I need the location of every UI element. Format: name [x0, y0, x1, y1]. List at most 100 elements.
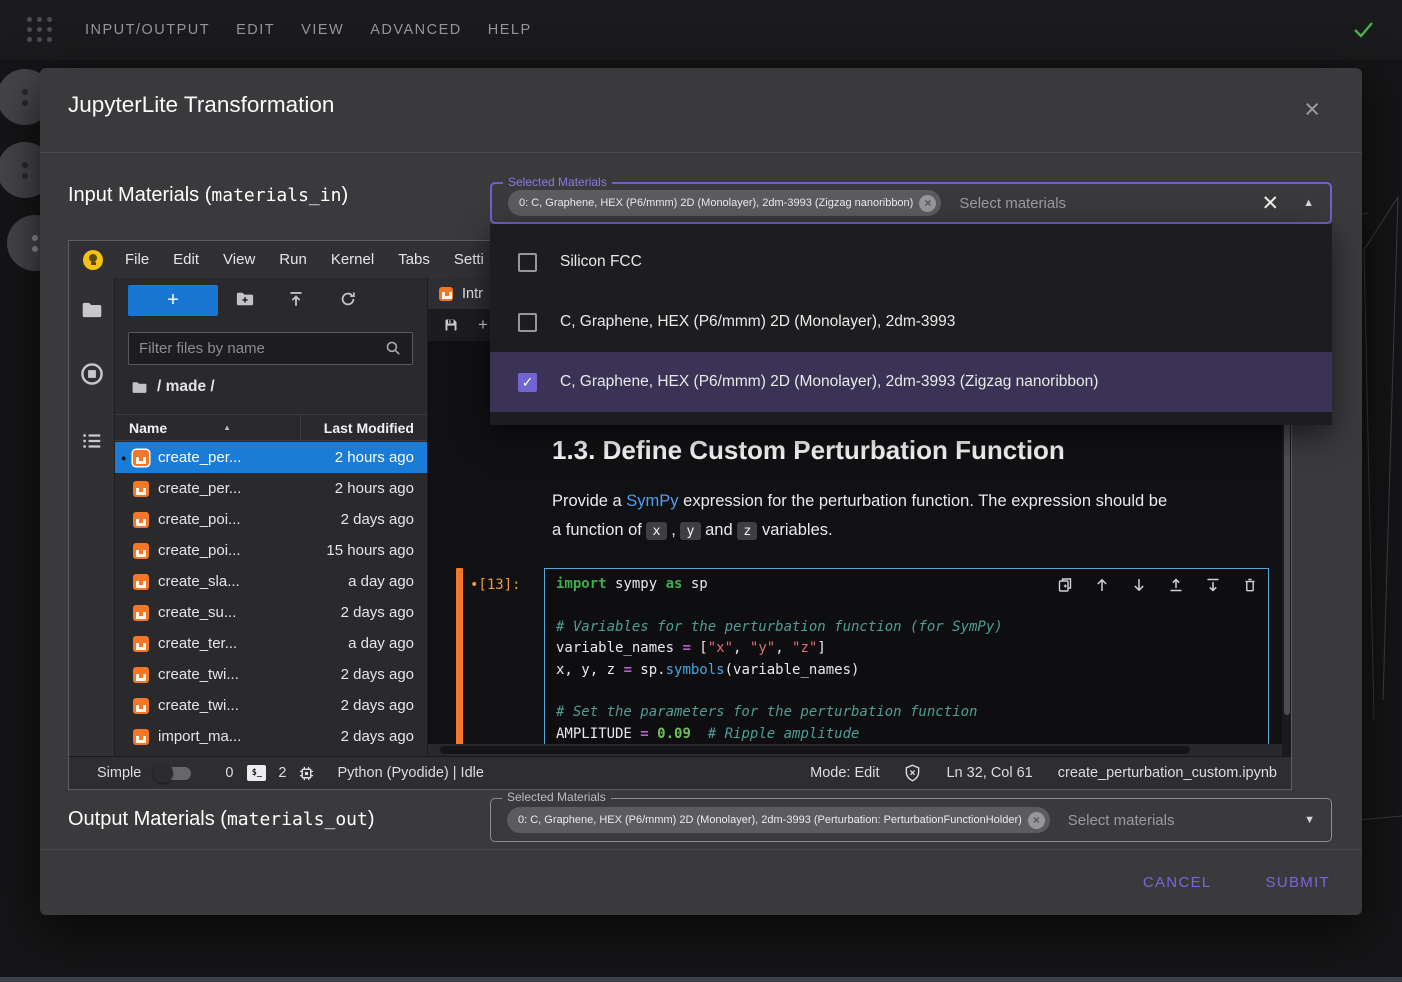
notebook-file-icon [133, 605, 149, 621]
notebook-file-icon [439, 287, 453, 301]
close-icon[interactable]: × [1304, 96, 1320, 123]
expand-icon[interactable]: ▼ [1304, 814, 1315, 826]
dialog-header: JupyterLite Transformation × [40, 68, 1362, 153]
checkbox-icon[interactable]: ✓ [518, 373, 537, 392]
markdown-heading: 1.3. Define Custom Perturbation Function [552, 435, 1065, 466]
checkbox-icon[interactable] [518, 253, 537, 272]
file-row[interactable]: create_twi...2 days ago [115, 690, 427, 721]
jupyter-menu-item[interactable]: Setti [442, 251, 496, 268]
materials-dropdown: Silicon FCCC, Graphene, HEX (P6/mmm) 2D … [490, 224, 1332, 425]
app-menu-item[interactable]: INPUT/OUTPUT [85, 22, 236, 38]
file-list: ●create_per...2 hours agocreate_per...2 … [115, 442, 427, 756]
simple-mode-label: Simple [97, 765, 141, 781]
file-row[interactable]: create_sla...a day ago [115, 566, 427, 597]
move-cell-down-icon[interactable] [1131, 577, 1147, 593]
material-chip[interactable]: 0: C, Graphene, HEX (P6/mmm) 2D (Monolay… [508, 190, 941, 216]
bottom-scrollbar[interactable] [0, 977, 1402, 982]
folder-icon [131, 380, 148, 395]
app-menu-item[interactable]: EDIT [236, 22, 301, 38]
jupyter-file-browser: + Filter files by name / made / [115, 278, 428, 756]
move-cell-up-icon[interactable] [1094, 577, 1110, 593]
notebook-file-icon [133, 481, 149, 497]
insert-cell-below-icon[interactable] [1205, 577, 1221, 593]
file-row[interactable]: create_poi...2 days ago [115, 504, 427, 535]
insert-cell-above-icon[interactable] [1168, 577, 1184, 593]
cell-toolbar [1057, 577, 1258, 593]
collapse-icon[interactable]: ▲ [1303, 197, 1314, 209]
clear-icon[interactable]: ✕ [1262, 193, 1280, 214]
sympy-link[interactable]: SymPy [626, 492, 678, 510]
file-row[interactable]: ●create_per...2 hours ago [115, 442, 427, 473]
file-row[interactable]: create_ter...a day ago [115, 628, 427, 659]
dialog-title: JupyterLite Transformation [68, 92, 334, 118]
terminals-count: 0 [225, 765, 233, 781]
file-browser-icon[interactable] [80, 300, 104, 320]
notebook-file-icon [133, 698, 149, 714]
app-menu: INPUT/OUTPUTEDITVIEWADVANCEDHELP [85, 22, 558, 38]
app-menubar: INPUT/OUTPUTEDITVIEWADVANCEDHELP [0, 0, 1402, 60]
refresh-icon[interactable] [339, 290, 357, 308]
table-of-contents-icon[interactable] [80, 430, 104, 452]
running-dot: ● [121, 453, 133, 463]
notebook-file-icon [133, 543, 149, 559]
app-logo-icon[interactable] [27, 17, 53, 43]
active-filename: create_perturbation_custom.ipynb [1058, 765, 1277, 781]
material-chip[interactable]: 0: C, Graphene, HEX (P6/mmm) 2D (Monolay… [507, 807, 1050, 833]
fieldset-label: Selected Materials [502, 790, 611, 804]
kernel-icon[interactable] [298, 765, 315, 782]
code-cell-editor[interactable]: import sympy as sp # Variables for the p… [544, 568, 1269, 744]
file-row[interactable]: create_twi...2 days ago [115, 659, 427, 690]
material-option[interactable]: ✓C, Graphene, HEX (P6/mmm) 2D (Monolayer… [490, 352, 1332, 412]
filter-files-input[interactable]: Filter files by name [128, 332, 413, 365]
jupyter-menu-item[interactable]: Tabs [386, 251, 442, 268]
file-row[interactable]: create_poi...15 hours ago [115, 535, 427, 566]
material-option[interactable]: Silicon FCC [490, 232, 1332, 292]
chip-delete-icon[interactable]: × [1028, 812, 1045, 829]
horizontal-scrollbar[interactable] [428, 744, 1282, 756]
cursor-position[interactable]: Ln 32, Col 61 [946, 765, 1032, 781]
active-cell-collapser[interactable] [456, 568, 463, 744]
new-folder-icon[interactable] [235, 290, 255, 308]
trust-shield-icon[interactable] [904, 764, 921, 782]
duplicate-cell-icon[interactable] [1057, 577, 1073, 593]
notebook-file-icon [133, 729, 149, 745]
cancel-button[interactable]: CANCEL [1143, 874, 1212, 891]
new-launcher-button[interactable]: + [128, 285, 218, 316]
jupyter-menu-item[interactable]: Kernel [319, 251, 386, 268]
column-name[interactable]: Name▲ [115, 415, 301, 440]
mode-indicator: Mode: Edit [810, 765, 879, 781]
chip-delete-icon[interactable]: × [919, 195, 936, 212]
terminal-icon[interactable]: $_ [247, 765, 266, 781]
kernels-count: 2 [278, 765, 286, 781]
file-row[interactable]: create_per...2 hours ago [115, 473, 427, 504]
column-last-modified[interactable]: Last Modified [301, 420, 427, 436]
jupyter-menu-item[interactable]: View [211, 251, 267, 268]
input-materials-label: Input Materials (materials_in) [68, 184, 348, 207]
upload-icon[interactable] [287, 290, 305, 308]
input-materials-select[interactable]: Selected Materials 0: C, Graphene, HEX (… [490, 182, 1332, 224]
running-sessions-icon[interactable] [80, 362, 104, 386]
checkbox-icon[interactable] [518, 313, 537, 332]
material-option[interactable]: C, Graphene, HEX (P6/mmm) 2D (Monolayer)… [490, 292, 1332, 352]
notebook-file-icon [133, 636, 149, 652]
cell-execution-prompt: •[13]: [470, 577, 521, 593]
breadcrumb[interactable]: / made / [131, 378, 215, 396]
jupyter-menu-item[interactable]: File [113, 251, 161, 268]
simple-mode-toggle[interactable] [153, 764, 195, 782]
jupyter-menu-item[interactable]: Edit [161, 251, 211, 268]
insert-cell-icon[interactable]: + [478, 315, 488, 335]
output-materials-select[interactable]: Selected Materials 0: C, Graphene, HEX (… [490, 798, 1332, 842]
app-menu-item[interactable]: VIEW [301, 22, 370, 38]
file-list-header: Name▲ Last Modified [115, 414, 427, 441]
app-menu-item[interactable]: ADVANCED [370, 22, 488, 38]
screen: INPUT/OUTPUTEDITVIEWADVANCEDHELP Jupyter… [0, 0, 1402, 982]
kernel-status[interactable]: Python (Pyodide) | Idle [337, 765, 483, 781]
submit-button[interactable]: SUBMIT [1266, 874, 1330, 891]
delete-cell-icon[interactable] [1242, 577, 1258, 593]
app-menu-item[interactable]: HELP [488, 22, 558, 38]
save-icon[interactable] [443, 317, 459, 333]
jupyter-menu-item[interactable]: Run [267, 251, 319, 268]
file-row[interactable]: import_ma...2 days ago [115, 721, 427, 752]
file-row[interactable]: create_su...2 days ago [115, 597, 427, 628]
inline-code: z [737, 522, 757, 540]
